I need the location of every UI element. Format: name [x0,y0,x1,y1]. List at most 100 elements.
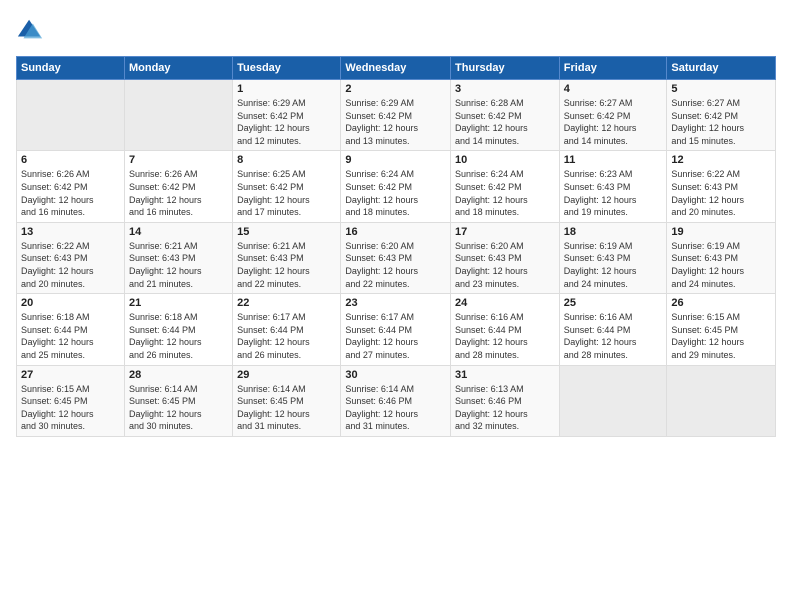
day-detail: Sunrise: 6:14 AM Sunset: 6:45 PM Dayligh… [237,383,336,433]
day-cell [124,80,232,151]
day-number: 31 [455,369,555,381]
day-cell: 16 Sunrise: 6:20 AM Sunset: 6:43 PM Dayli… [341,222,451,293]
day-number: 25 [564,297,663,309]
day-number: 2 [345,83,446,95]
day-detail: Sunrise: 6:22 AM Sunset: 6:43 PM Dayligh… [21,240,120,290]
day-cell: 28 Sunrise: 6:14 AM Sunset: 6:45 PM Dayli… [124,365,232,436]
week-row-2: 6 Sunrise: 6:26 AM Sunset: 6:42 PM Daylig… [17,151,776,222]
day-number: 8 [237,154,336,166]
week-row-1: 1 Sunrise: 6:29 AM Sunset: 6:42 PM Daylig… [17,80,776,151]
day-number: 29 [237,369,336,381]
day-cell [667,365,776,436]
day-cell: 13 Sunrise: 6:22 AM Sunset: 6:43 PM Dayli… [17,222,125,293]
day-cell: 30 Sunrise: 6:14 AM Sunset: 6:46 PM Dayli… [341,365,451,436]
day-number: 15 [237,226,336,238]
day-number: 12 [671,154,771,166]
day-number: 30 [345,369,446,381]
day-cell: 22 Sunrise: 6:17 AM Sunset: 6:44 PM Dayli… [233,294,341,365]
day-detail: Sunrise: 6:21 AM Sunset: 6:43 PM Dayligh… [237,240,336,290]
day-detail: Sunrise: 6:24 AM Sunset: 6:42 PM Dayligh… [455,168,555,218]
day-detail: Sunrise: 6:19 AM Sunset: 6:43 PM Dayligh… [564,240,663,290]
day-cell: 25 Sunrise: 6:16 AM Sunset: 6:44 PM Dayli… [559,294,667,365]
day-detail: Sunrise: 6:26 AM Sunset: 6:42 PM Dayligh… [129,168,228,218]
week-row-4: 20 Sunrise: 6:18 AM Sunset: 6:44 PM Dayli… [17,294,776,365]
day-detail: Sunrise: 6:14 AM Sunset: 6:46 PM Dayligh… [345,383,446,433]
header-cell-sunday: Sunday [17,57,125,80]
day-detail: Sunrise: 6:15 AM Sunset: 6:45 PM Dayligh… [671,311,771,361]
day-detail: Sunrise: 6:29 AM Sunset: 6:42 PM Dayligh… [345,97,446,147]
day-cell: 4 Sunrise: 6:27 AM Sunset: 6:42 PM Daylig… [559,80,667,151]
day-cell: 21Sunrise: 6:18 AM Sunset: 6:44 PM Dayli… [124,294,232,365]
day-number: 4 [564,83,663,95]
day-detail: Sunrise: 6:20 AM Sunset: 6:43 PM Dayligh… [455,240,555,290]
day-cell: 6 Sunrise: 6:26 AM Sunset: 6:42 PM Daylig… [17,151,125,222]
header-cell-tuesday: Tuesday [233,57,341,80]
day-detail: Sunrise: 6:14 AM Sunset: 6:45 PM Dayligh… [129,383,228,433]
day-cell [17,80,125,151]
day-cell: 29 Sunrise: 6:14 AM Sunset: 6:45 PM Dayli… [233,365,341,436]
day-cell: 20 Sunrise: 6:18 AM Sunset: 6:44 PM Dayli… [17,294,125,365]
day-detail: Sunrise: 6:27 AM Sunset: 6:42 PM Dayligh… [671,97,771,147]
day-number: 28 [129,369,228,381]
day-detail: Sunrise: 6:16 AM Sunset: 6:44 PM Dayligh… [564,311,663,361]
logo [16,16,48,44]
day-number: 20 [21,297,120,309]
day-cell: 15 Sunrise: 6:21 AM Sunset: 6:43 PM Dayli… [233,222,341,293]
day-number: 21 [129,297,228,309]
day-cell: 19Sunrise: 6:19 AM Sunset: 6:43 PM Dayli… [667,222,776,293]
header-cell-thursday: Thursday [451,57,560,80]
calendar-header: SundayMondayTuesdayWednesdayThursdayFrid… [17,57,776,80]
day-detail: Sunrise: 6:17 AM Sunset: 6:44 PM Dayligh… [237,311,336,361]
day-number: 17 [455,226,555,238]
day-cell: 12 Sunrise: 6:22 AM Sunset: 6:43 PM Dayli… [667,151,776,222]
day-detail: Sunrise: 6:24 AM Sunset: 6:42 PM Dayligh… [345,168,446,218]
day-cell: 11 Sunrise: 6:23 AM Sunset: 6:43 PM Dayli… [559,151,667,222]
header-cell-wednesday: Wednesday [341,57,451,80]
week-row-5: 27Sunrise: 6:15 AM Sunset: 6:45 PM Dayli… [17,365,776,436]
day-cell: 27Sunrise: 6:15 AM Sunset: 6:45 PM Dayli… [17,365,125,436]
day-cell: 18 Sunrise: 6:19 AM Sunset: 6:43 PM Dayli… [559,222,667,293]
day-number: 1 [237,83,336,95]
day-detail: Sunrise: 6:13 AM Sunset: 6:46 PM Dayligh… [455,383,555,433]
day-cell: 3 Sunrise: 6:28 AM Sunset: 6:42 PM Daylig… [451,80,560,151]
day-cell: 1Sunrise: 6:29 AM Sunset: 6:42 PM Daylig… [233,80,341,151]
day-cell: 7 Sunrise: 6:26 AM Sunset: 6:42 PM Daylig… [124,151,232,222]
day-detail: Sunrise: 6:15 AM Sunset: 6:45 PM Dayligh… [21,383,120,433]
day-number: 11 [564,154,663,166]
day-number: 18 [564,226,663,238]
day-number: 6 [21,154,120,166]
day-detail: Sunrise: 6:25 AM Sunset: 6:42 PM Dayligh… [237,168,336,218]
header-row: SundayMondayTuesdayWednesdayThursdayFrid… [17,57,776,80]
day-cell: 14 Sunrise: 6:21 AM Sunset: 6:43 PM Dayli… [124,222,232,293]
day-cell: 24Sunrise: 6:16 AM Sunset: 6:44 PM Dayli… [451,294,560,365]
day-cell: 8 Sunrise: 6:25 AM Sunset: 6:42 PM Daylig… [233,151,341,222]
day-detail: Sunrise: 6:20 AM Sunset: 6:43 PM Dayligh… [345,240,446,290]
day-cell: 23Sunrise: 6:17 AM Sunset: 6:44 PM Dayli… [341,294,451,365]
day-number: 3 [455,83,555,95]
day-detail: Sunrise: 6:17 AM Sunset: 6:44 PM Dayligh… [345,311,446,361]
day-detail: Sunrise: 6:23 AM Sunset: 6:43 PM Dayligh… [564,168,663,218]
day-cell: 9Sunrise: 6:24 AM Sunset: 6:42 PM Daylig… [341,151,451,222]
day-cell [559,365,667,436]
day-detail: Sunrise: 6:22 AM Sunset: 6:43 PM Dayligh… [671,168,771,218]
day-number: 7 [129,154,228,166]
calendar-table: SundayMondayTuesdayWednesdayThursdayFrid… [16,56,776,437]
day-detail: Sunrise: 6:27 AM Sunset: 6:42 PM Dayligh… [564,97,663,147]
day-number: 14 [129,226,228,238]
header-cell-friday: Friday [559,57,667,80]
day-number: 22 [237,297,336,309]
day-number: 13 [21,226,120,238]
day-detail: Sunrise: 6:19 AM Sunset: 6:43 PM Dayligh… [671,240,771,290]
header-cell-monday: Monday [124,57,232,80]
day-cell: 5Sunrise: 6:27 AM Sunset: 6:42 PM Daylig… [667,80,776,151]
day-detail: Sunrise: 6:21 AM Sunset: 6:43 PM Dayligh… [129,240,228,290]
day-cell: 26 Sunrise: 6:15 AM Sunset: 6:45 PM Dayli… [667,294,776,365]
day-number: 10 [455,154,555,166]
day-number: 16 [345,226,446,238]
day-cell: 10 Sunrise: 6:24 AM Sunset: 6:42 PM Dayli… [451,151,560,222]
day-detail: Sunrise: 6:26 AM Sunset: 6:42 PM Dayligh… [21,168,120,218]
day-detail: Sunrise: 6:18 AM Sunset: 6:44 PM Dayligh… [21,311,120,361]
day-number: 26 [671,297,771,309]
day-detail: Sunrise: 6:28 AM Sunset: 6:42 PM Dayligh… [455,97,555,147]
day-cell: 31 Sunrise: 6:13 AM Sunset: 6:46 PM Dayli… [451,365,560,436]
